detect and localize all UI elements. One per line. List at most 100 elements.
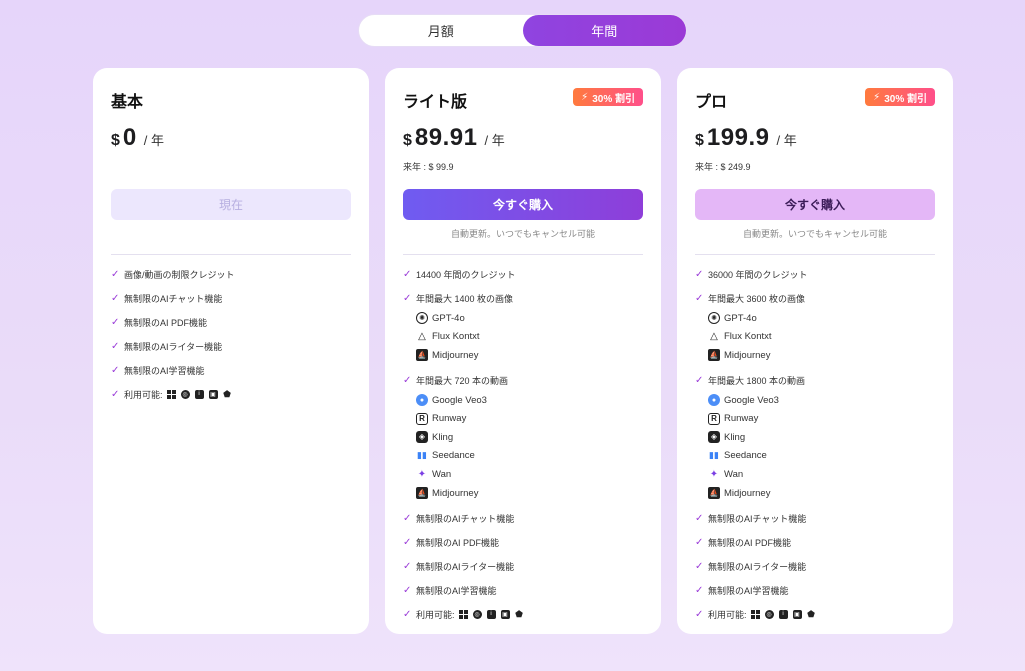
divider xyxy=(111,254,351,255)
check-icon: ✓ xyxy=(695,608,704,620)
auto-renew-note: 自動更新。いつでもキャンセル可能 xyxy=(742,229,887,239)
plan-header: ライト版 ⚡ 30% 割引 xyxy=(403,88,643,111)
plan-title: 基本 xyxy=(111,94,144,111)
google-veo-icon: ● xyxy=(708,394,720,407)
model-item: ⛵ Midjourney xyxy=(708,349,771,362)
feature-list: ✓ 14400 年間のクレジット ✓ 年間最大 1400 枚の画像 ✺ GPT-4o … xyxy=(403,268,651,632)
toggle-yearly[interactable]: 年間 xyxy=(522,15,686,46)
check-icon: ✓ xyxy=(695,512,704,524)
android-icon: ⬟ xyxy=(223,388,231,399)
model-item: ✺ GPT-4o xyxy=(416,311,651,325)
feature-item: ✓ 無制限のAIライター機能 xyxy=(695,560,807,572)
kling-icon: ◈ xyxy=(416,431,428,444)
web-app-icon: ▣ xyxy=(208,389,218,399)
video-model-list: ● Google Veo3 R Runway ◈ Kling ▮▮ Seedance ✦… xyxy=(403,393,651,500)
plan-price: $ 0 / 年 xyxy=(111,124,164,152)
runway-icon: R xyxy=(708,412,720,425)
price-amount: 0 xyxy=(122,124,137,151)
check-icon: ✓ xyxy=(111,316,120,328)
check-icon: ✓ xyxy=(695,268,704,280)
image-model-list: ✺ GPT-4o △ Flux Kontxt ⛵ Midjourney xyxy=(403,311,651,362)
flux-icon: △ xyxy=(710,330,718,342)
ios-icon: i xyxy=(194,389,204,399)
price-period: / 年 xyxy=(776,133,797,148)
macos-icon: ◎ xyxy=(180,389,190,399)
model-item: ✦ Wan xyxy=(709,468,744,481)
check-icon: ✓ xyxy=(695,584,704,596)
openai-icon: ✺ xyxy=(416,312,428,324)
midjourney-icon: ⛵ xyxy=(416,487,428,500)
feature-item: ✓ 36000 年間のクレジット xyxy=(695,268,808,280)
model-item: ⛵ Midjourney xyxy=(416,487,479,500)
feature-item: ✓ 無制限のAIチャット機能 xyxy=(695,512,807,524)
feature-item: ✓ 14400 年間のクレジット xyxy=(403,268,516,280)
check-icon: ✓ xyxy=(111,292,120,304)
feature-list: ✓ 画像/動画の制限クレジット ✓ 無制限のAIチャット機能 ✓ 無制限のAI PDF… xyxy=(111,268,359,412)
model-item: △ Flux Kontxt xyxy=(708,330,943,344)
bolt-icon: ⚡ xyxy=(873,91,881,103)
check-icon: ✓ xyxy=(111,340,120,352)
check-icon: ✓ xyxy=(403,608,412,620)
platforms-item: ✓ 利用可能: ◎ i ▣ ⬟ xyxy=(695,608,816,620)
midjourney-icon: ⛵ xyxy=(708,487,720,500)
toggle-monthly[interactable]: 月額 xyxy=(359,15,523,46)
platform-icons: ◎ i ▣ ⬟ xyxy=(458,609,524,619)
midjourney-icon: ⛵ xyxy=(708,349,720,362)
check-icon: ✓ xyxy=(403,374,412,386)
auto-renew-note: 自動更新。いつでもキャンセル可能 xyxy=(450,229,595,239)
next-year-price: 来年 : $ 249.9 xyxy=(695,162,751,172)
macos-icon: ◎ xyxy=(764,609,774,619)
billing-toggle: 月額 年間 xyxy=(358,14,687,47)
divider xyxy=(403,254,643,255)
model-item: ▮▮ Seedance xyxy=(709,450,767,462)
seedance-icon: ▮▮ xyxy=(417,450,427,461)
model-item: ◈ Kling xyxy=(708,430,943,444)
feature-item: ✓ 無制限のAIチャット機能 xyxy=(111,292,223,304)
discount-badge: ⚡ 30% 割引 xyxy=(865,88,935,106)
windows-icon xyxy=(166,389,176,399)
plan-header: 基本 xyxy=(111,88,351,111)
price-amount: 89.91 xyxy=(414,124,478,151)
feature-item: ✓ 無制限のAIライター機能 xyxy=(111,340,223,352)
model-item: △ Flux Kontxt xyxy=(416,330,651,344)
openai-icon: ✺ xyxy=(708,312,720,324)
windows-icon xyxy=(458,609,468,619)
wan-icon: ✦ xyxy=(417,468,427,480)
check-icon: ✓ xyxy=(403,536,412,548)
currency-symbol: $ xyxy=(695,132,704,149)
feature-item: ✓ 無制限のAI PDF機能 xyxy=(111,316,208,328)
model-item: R Runway xyxy=(708,412,943,426)
platform-icons: ◎ i ▣ ⬟ xyxy=(750,609,816,619)
model-item: ◈ Kling xyxy=(416,430,651,444)
check-icon: ✓ xyxy=(695,536,704,548)
feature-item: ✓ 無制限のAI PDF機能 xyxy=(695,536,792,548)
plan-card-pro: プロ ⚡ 30% 割引 $ 199.9 / 年 来年 : $ 249.9 今すぐ購… xyxy=(677,68,953,634)
check-icon: ✓ xyxy=(111,268,120,280)
feature-list: ✓ 36000 年間のクレジット ✓ 年間最大 3600 枚の画像 ✺ GPT-4o … xyxy=(695,268,943,632)
platform-icons: ◎ i ▣ ⬟ xyxy=(166,388,232,399)
price-period: / 年 xyxy=(484,133,505,148)
feature-item: ✓ 無制限のAI学習機能 xyxy=(111,364,205,376)
model-item: ✺ GPT-4o xyxy=(708,311,943,325)
current-plan-button[interactable]: 現在 xyxy=(111,189,351,220)
platforms-item: ✓ 利用可能: ◎ i ▣ ⬟ xyxy=(111,388,232,400)
check-icon: ✓ xyxy=(403,512,412,524)
feature-item: ✓ 年間最大 1400 枚の画像 xyxy=(403,292,514,304)
plan-card-lite: ライト版 ⚡ 30% 割引 $ 89.91 / 年 来年 : $ 99.9 今すぐ… xyxy=(385,68,661,634)
video-model-list: ● Google Veo3 R Runway ◈ Kling ▮▮ Seedance ✦… xyxy=(695,393,943,500)
buy-now-button[interactable]: 今すぐ購入 xyxy=(695,189,935,220)
google-veo-icon: ● xyxy=(416,394,428,407)
ios-icon: i xyxy=(778,609,788,619)
buy-now-button[interactable]: 今すぐ購入 xyxy=(403,189,643,220)
feature-item: ✓ 無制限のAI学習機能 xyxy=(695,584,789,596)
check-icon: ✓ xyxy=(111,364,120,376)
feature-item: ✓ 無制限のAIライター機能 xyxy=(403,560,515,572)
model-item: ● Google Veo3 xyxy=(708,393,943,407)
plan-price: $ 199.9 / 年 xyxy=(695,124,797,152)
check-icon: ✓ xyxy=(695,560,704,572)
check-icon: ✓ xyxy=(403,584,412,596)
model-item: ⛵ Midjourney xyxy=(416,349,479,362)
web-app-icon: ▣ xyxy=(500,609,510,619)
feature-item: ✓ 無制限のAI PDF機能 xyxy=(403,536,500,548)
divider xyxy=(695,254,935,255)
